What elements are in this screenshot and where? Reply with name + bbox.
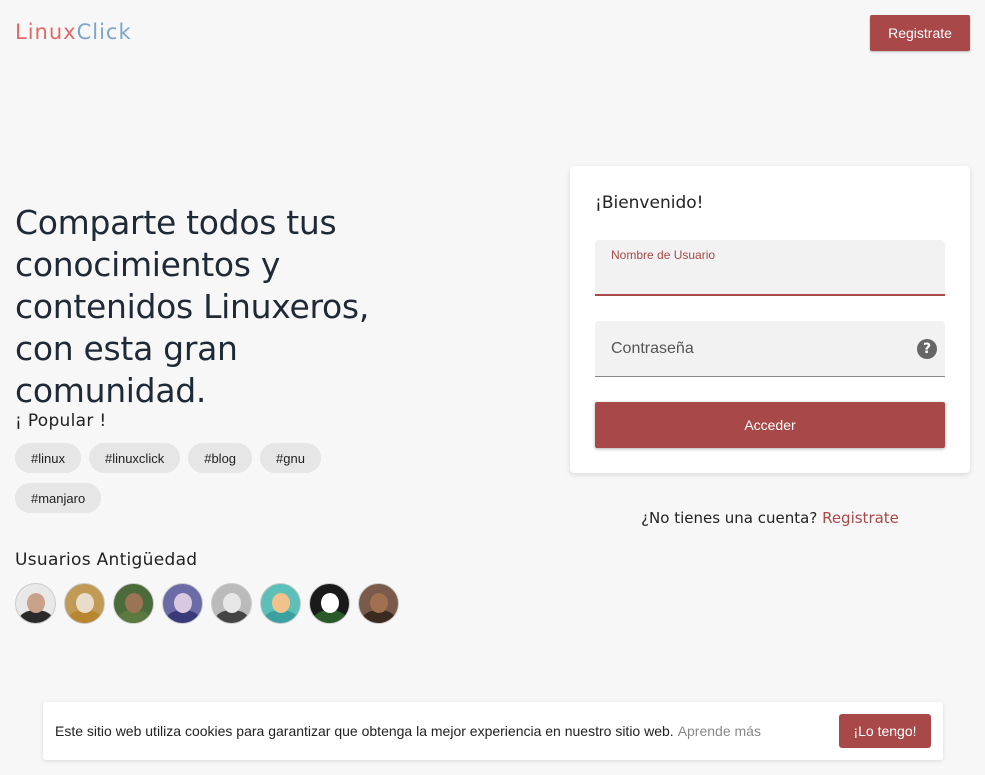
username-field[interactable]: Nombre de Usuario: [595, 240, 945, 296]
tag-chip[interactable]: #manjaro: [15, 483, 102, 513]
cookie-text: Este sitio web utiliza cookies para gara…: [55, 723, 674, 739]
username-input[interactable]: [611, 264, 911, 288]
popular-heading: ¡ Popular !: [15, 411, 107, 431]
tag-chip[interactable]: #gnu: [260, 443, 321, 473]
signup-link[interactable]: Registrate: [822, 509, 899, 527]
avatar-face: [321, 593, 339, 613]
avatar[interactable]: [64, 583, 105, 624]
users-heading: Usuarios Antigüedad: [15, 550, 198, 570]
user-avatars: [15, 583, 399, 624]
signup-prompt: ¿No tienes una cuenta? Registrate: [570, 509, 970, 527]
avatar-face: [370, 593, 388, 613]
login-button[interactable]: Acceder: [595, 402, 945, 448]
avatar[interactable]: [162, 583, 203, 624]
avatar-face: [223, 593, 241, 613]
avatar-face: [272, 593, 290, 613]
avatar[interactable]: [211, 583, 252, 624]
accept-cookies-button[interactable]: ¡Lo tengo!: [839, 714, 931, 748]
popular-tags: #linux #linuxclick #blog #gnu #manjaro: [15, 443, 355, 513]
avatar-face: [174, 593, 192, 613]
avatar-face: [125, 593, 143, 613]
login-title: ¡Bienvenido!: [595, 193, 704, 213]
tag-chip[interactable]: #linux: [15, 443, 81, 473]
logo-text-click: Click: [76, 20, 132, 44]
tag-chip[interactable]: #linuxclick: [88, 443, 181, 473]
cookie-message: Este sitio web utiliza cookies para gara…: [55, 723, 761, 739]
tag-chip[interactable]: #blog: [188, 443, 253, 473]
avatar[interactable]: [15, 583, 56, 624]
password-label: Contraseña: [611, 340, 694, 357]
learn-more-link[interactable]: Aprende más: [678, 723, 761, 739]
avatar[interactable]: [309, 583, 350, 624]
cookie-banner: Este sitio web utiliza cookies para gara…: [43, 702, 943, 760]
avatar-face: [76, 593, 94, 613]
avatar-face: [27, 593, 45, 613]
avatar[interactable]: [113, 583, 154, 624]
password-field[interactable]: Contraseña ?: [595, 321, 945, 377]
site-logo[interactable]: LinuxClick: [15, 20, 132, 44]
avatar[interactable]: [260, 583, 301, 624]
login-card: ¡Bienvenido! Nombre de Usuario Contraseñ…: [570, 166, 970, 473]
avatar[interactable]: [358, 583, 399, 624]
help-icon[interactable]: ?: [917, 339, 937, 359]
logo-text-linux: Linux: [15, 20, 77, 44]
username-label: Nombre de Usuario: [611, 248, 716, 262]
register-button[interactable]: Registrate: [870, 15, 970, 51]
signup-prompt-text: ¿No tienes una cuenta?: [641, 509, 818, 527]
hero-title: Comparte todos tus conocimientos y conte…: [15, 203, 370, 410]
